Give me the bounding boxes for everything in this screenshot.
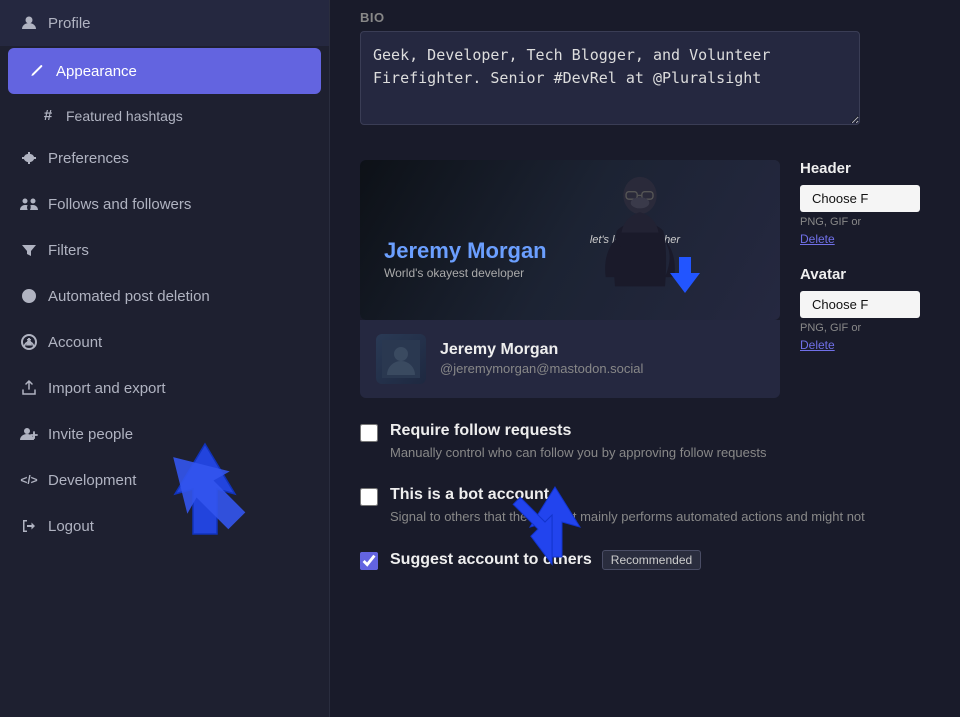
import-export-icon	[20, 379, 38, 397]
profile-card-name: Jeremy Morgan	[440, 341, 643, 359]
profile-card-info: Jeremy Morgan @jeremymorgan@mastodon.soc…	[440, 341, 643, 376]
account-icon	[20, 333, 38, 351]
logout-icon	[20, 517, 38, 535]
appearance-icon	[28, 62, 46, 80]
header-section-label: Header	[800, 160, 930, 177]
sidebar-item-filters[interactable]: Filters	[0, 227, 329, 273]
require-follow-text: Require follow requests Manually control…	[390, 422, 766, 462]
require-follow-desc: Manually control who can follow you by a…	[390, 444, 766, 462]
sidebar-item-follows-followers[interactable]: Follows and followers	[0, 181, 329, 227]
sidebar-label-preferences: Preferences	[48, 150, 129, 167]
recommended-badge: Recommended	[602, 550, 701, 570]
choose-header-button[interactable]: Choose F	[800, 185, 920, 212]
suggest-account-checkbox[interactable]	[360, 552, 378, 570]
bio-section: BIO Geek, Developer, Tech Blogger, and V…	[360, 10, 930, 144]
sidebar-label-import-export: Import and export	[48, 380, 166, 397]
bot-account-text: This is a bot account Signal to others t…	[390, 486, 865, 526]
follows-icon	[20, 195, 38, 213]
bot-account-label[interactable]: This is a bot account	[390, 486, 865, 504]
sidebar-item-appearance[interactable]: Appearance	[8, 48, 321, 94]
sidebar-label-follows-followers: Follows and followers	[48, 196, 191, 213]
invite-icon	[20, 425, 38, 443]
checkbox-item-bot: This is a bot account Signal to others t…	[360, 486, 930, 526]
sidebar-item-preferences[interactable]: Preferences	[0, 135, 329, 181]
banner-text-area: Jeremy Morgan World's okayest developer	[384, 238, 547, 280]
sidebar-label-featured-hashtags: Featured hashtags	[66, 108, 183, 124]
banner-down-arrow	[670, 257, 700, 300]
main-inner: BIO Geek, Developer, Tech Blogger, and V…	[330, 0, 960, 624]
banner-area: Jeremy Morgan World's okayest developer …	[360, 160, 780, 398]
profile-card: Jeremy Morgan @jeremymorgan@mastodon.soc…	[360, 320, 780, 398]
sidebar-label-profile: Profile	[48, 15, 91, 32]
filters-icon	[20, 241, 38, 259]
auto-delete-icon	[20, 287, 38, 305]
sidebar-label-logout: Logout	[48, 518, 94, 535]
header-delete-link[interactable]: Delete	[800, 232, 930, 246]
suggest-account-label[interactable]: Suggest account to others Recommended	[390, 550, 701, 570]
avatar-delete-link[interactable]: Delete	[800, 338, 930, 352]
avatar-inner	[376, 334, 426, 384]
avatar-file-hint: PNG, GIF or	[800, 322, 930, 334]
sidebar-label-appearance: Appearance	[56, 63, 137, 80]
sidebar-label-automated-post-deletion: Automated post deletion	[48, 288, 210, 305]
checkbox-section: Require follow requests Manually control…	[360, 422, 930, 570]
main-content: BIO Geek, Developer, Tech Blogger, and V…	[330, 0, 960, 717]
banner-subtitle: World's okayest developer	[384, 266, 547, 280]
banner-preview: Jeremy Morgan World's okayest developer …	[360, 160, 780, 320]
require-follow-checkbox[interactable]	[360, 424, 378, 442]
bot-account-checkbox[interactable]	[360, 488, 378, 506]
profile-section: Jeremy Morgan World's okayest developer …	[360, 160, 930, 398]
bot-account-desc: Signal to others that the account mainly…	[390, 508, 865, 526]
preferences-icon	[20, 149, 38, 167]
bio-textarea[interactable]: Geek, Developer, Tech Blogger, and Volun…	[360, 31, 860, 125]
bio-label: BIO	[360, 10, 930, 25]
profile-card-handle: @jeremymorgan@mastodon.social	[440, 361, 643, 376]
sidebar-item-logout[interactable]: Logout	[0, 503, 329, 549]
hashtag-icon: #	[40, 107, 56, 124]
sidebar-item-automated-post-deletion[interactable]: Automated post deletion	[0, 273, 329, 319]
sidebar-item-invite-people[interactable]: Invite people	[0, 411, 329, 457]
sidebar-item-import-export[interactable]: Import and export	[0, 365, 329, 411]
sidebar-item-featured-hashtags[interactable]: # Featured hashtags	[0, 96, 329, 135]
right-panel: Header Choose F PNG, GIF or Delete Avata…	[800, 160, 930, 398]
sidebar: Profile Appearance # Featured hashtags P…	[0, 0, 330, 717]
avatar	[376, 334, 426, 384]
require-follow-label[interactable]: Require follow requests	[390, 422, 766, 440]
sidebar-item-development[interactable]: </> Development	[0, 457, 329, 503]
profile-icon	[20, 14, 38, 32]
sidebar-item-profile[interactable]: Profile	[0, 0, 329, 46]
checkbox-item-suggest: Suggest account to others Recommended	[360, 550, 930, 570]
development-icon: </>	[20, 471, 38, 489]
header-file-hint: PNG, GIF or	[800, 216, 930, 228]
sidebar-item-account[interactable]: Account	[0, 319, 329, 365]
sidebar-label-account: Account	[48, 334, 102, 351]
avatar-section-label: Avatar	[800, 266, 930, 283]
banner-name: Jeremy Morgan	[384, 238, 547, 264]
checkbox-item-require-follow: Require follow requests Manually control…	[360, 422, 930, 462]
suggest-label-text: Suggest account to others	[390, 551, 592, 569]
sidebar-label-invite-people: Invite people	[48, 426, 133, 443]
sidebar-label-development: Development	[48, 472, 136, 489]
suggest-account-text: Suggest account to others Recommended	[390, 550, 701, 570]
sidebar-label-filters: Filters	[48, 242, 89, 259]
choose-avatar-button[interactable]: Choose F	[800, 291, 920, 318]
